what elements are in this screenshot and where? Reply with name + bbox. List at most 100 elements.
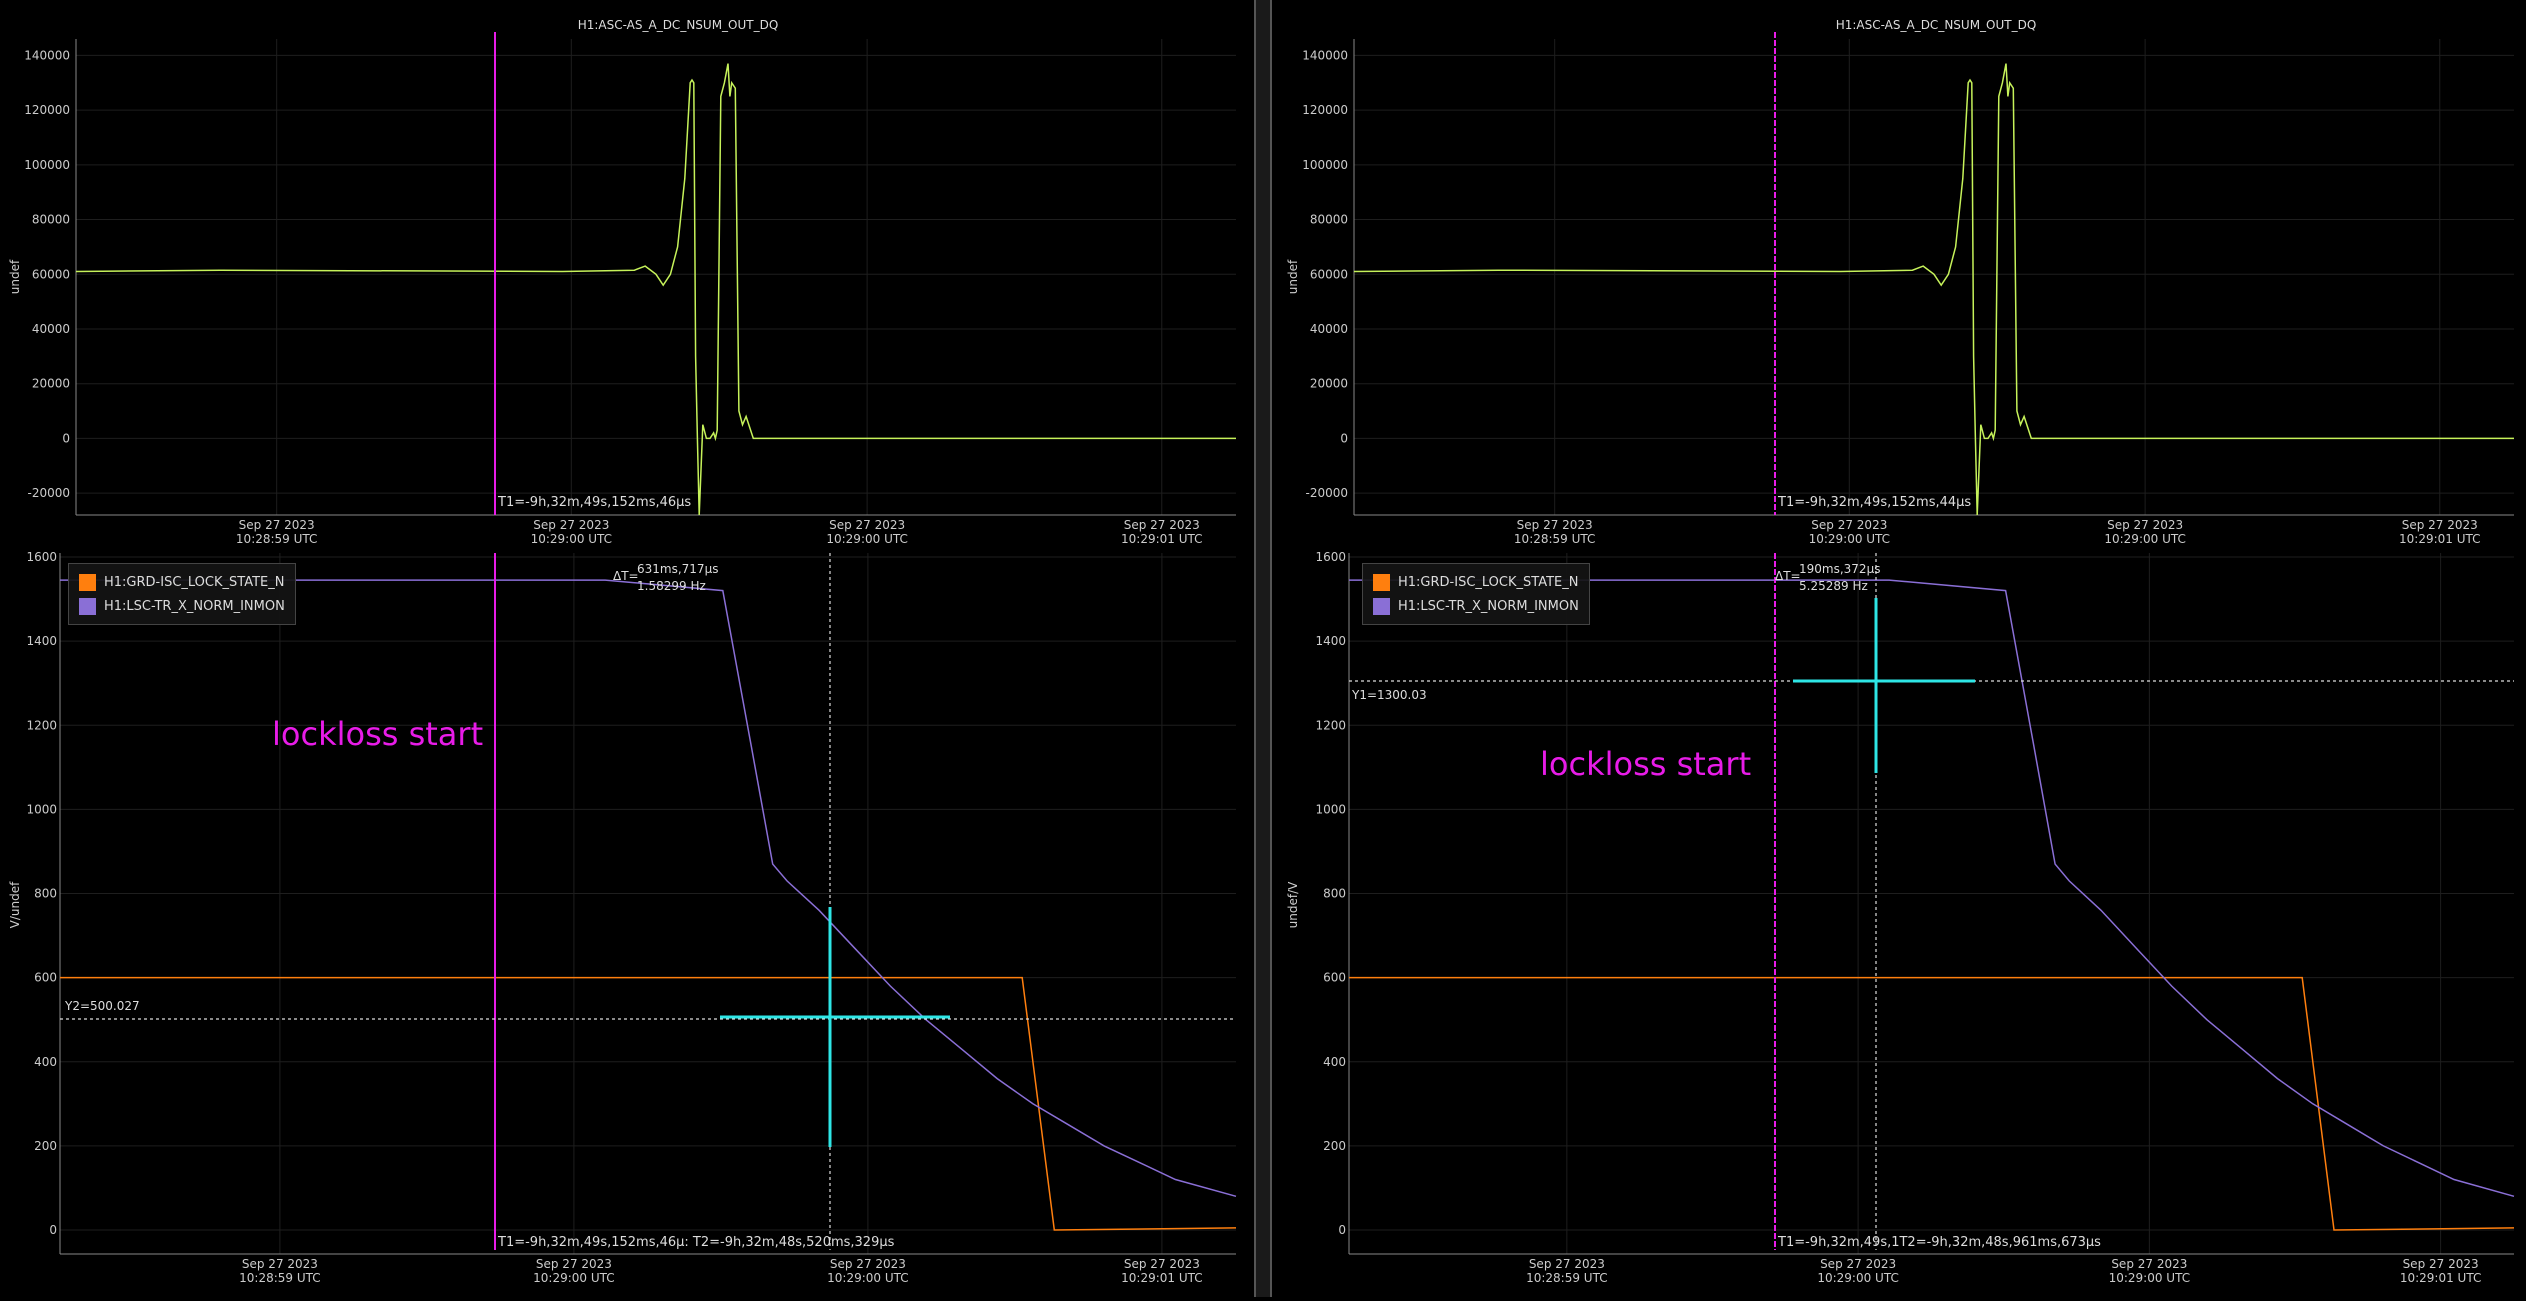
x-tick-date: Sep 27 2023 xyxy=(1124,1257,1200,1271)
y-tick-label: 100000 xyxy=(1302,158,1348,172)
top-plot-title: H1:ASC-AS_A_DC_NSUM_OUT_DQ xyxy=(1836,18,2037,32)
series-nsum-line xyxy=(75,63,1236,516)
x-tick-date: Sep 27 2023 xyxy=(1124,518,1200,532)
y-tick-label: 1600 xyxy=(26,550,57,564)
series-nsum-line xyxy=(1353,63,2514,516)
series-tr-x-norm-line xyxy=(60,579,1237,1198)
y-tick-label: 1600 xyxy=(1315,550,1346,564)
legend-item-lock-state[interactable]: H1:GRD-ISC_LOCK_STATE_N xyxy=(79,570,285,594)
x-tick-date: Sep 27 2023 xyxy=(239,518,315,532)
y-tick-label: 400 xyxy=(1323,1055,1346,1069)
cursor-times-label: T1=-9h,32m,49s,1T2=-9h,32m,48s,961ms,673… xyxy=(1777,1235,2101,1250)
y-tick-label: 1200 xyxy=(26,718,57,732)
right-plot-panel: H1:ASC-AS_A_DC_NSUM_OUT_DQ undef 140000 1… xyxy=(1272,0,2526,1297)
x-tick-time: 10:29:00 UTC xyxy=(827,1271,909,1285)
y-tick-label: 1200 xyxy=(1315,718,1346,732)
y-tick-label: 100000 xyxy=(24,158,70,172)
legend-label: H1:LSC-TR_X_NORM_INMON xyxy=(1398,598,1579,614)
delta-label: ΔT= xyxy=(1775,569,1801,583)
x-tick-time: 10:29:00 UTC xyxy=(1809,532,1891,546)
x-tick-date: Sep 27 2023 xyxy=(1529,1257,1605,1271)
series-lock-state-line xyxy=(60,976,1237,1231)
y-tick-label: 0 xyxy=(1340,431,1348,445)
y-tick-label: 600 xyxy=(1323,971,1346,985)
x-tick-time: 10:29:00 UTC xyxy=(531,532,613,546)
legend-swatch-purple xyxy=(1373,597,1390,615)
x-tick-time: 10:29:00 UTC xyxy=(826,532,908,546)
x-tick-date: Sep 27 2023 xyxy=(533,518,609,532)
legend-label: H1:GRD-ISC_LOCK_STATE_N xyxy=(1398,574,1579,590)
x-tick-time: 10:29:00 UTC xyxy=(533,1271,615,1285)
lockloss-start-annotation: lockloss start xyxy=(272,715,484,753)
delta-t-value: 631ms,717μs xyxy=(637,562,718,576)
y-tick-label: 800 xyxy=(34,887,57,901)
left-plot-svg[interactable]: H1:ASC-AS_A_DC_NSUM_OUT_DQ undef 140000 1… xyxy=(0,0,1254,1297)
x-tick-time: 10:29:00 UTC xyxy=(1817,1271,1899,1285)
y-tick-label: 400 xyxy=(34,1055,57,1069)
y-tick-label: 200 xyxy=(34,1139,57,1153)
x-tick-time: 10:28:59 UTC xyxy=(239,1271,321,1285)
bottom-plot-ylabel: undef/V xyxy=(1286,881,1300,928)
y-tick-label: 600 xyxy=(34,971,57,985)
y-tick-label: 20000 xyxy=(32,377,70,391)
bottom-legend: H1:GRD-ISC_LOCK_STATE_N H1:LSC-TR_X_NORM… xyxy=(1362,563,1590,625)
lockloss-start-annotation: lockloss start xyxy=(1540,745,1752,783)
y-tick-label: 20000 xyxy=(1310,377,1348,391)
x-tick-time: 10:28:59 UTC xyxy=(1514,532,1596,546)
x-tick-date: Sep 27 2023 xyxy=(242,1257,318,1271)
y-tick-label: 120000 xyxy=(1302,103,1348,117)
x-tick-date: Sep 27 2023 xyxy=(2403,1257,2479,1271)
legend-swatch-orange xyxy=(1373,573,1390,591)
legend-label: H1:LSC-TR_X_NORM_INMON xyxy=(104,598,285,614)
y-tick-label: 140000 xyxy=(24,48,70,62)
x-tick-date: Sep 27 2023 xyxy=(2111,1257,2187,1271)
y-tick-label: 0 xyxy=(1338,1223,1346,1237)
x-tick-time: 10:28:59 UTC xyxy=(236,532,318,546)
y-tick-label: 140000 xyxy=(1302,48,1348,62)
legend-item-tr-x-norm[interactable]: H1:LSC-TR_X_NORM_INMON xyxy=(79,594,285,618)
y-tick-label: 800 xyxy=(1323,887,1346,901)
y-tick-label: 60000 xyxy=(1310,267,1348,281)
top-plot-title: H1:ASC-AS_A_DC_NSUM_OUT_DQ xyxy=(578,18,779,32)
bottom-legend: H1:GRD-ISC_LOCK_STATE_N H1:LSC-TR_X_NORM… xyxy=(68,563,296,625)
top-plot-ylabel: undef xyxy=(1286,259,1300,294)
legend-item-tr-x-norm[interactable]: H1:LSC-TR_X_NORM_INMON xyxy=(1373,594,1579,618)
y-cursor-label: Y1=1300.03 xyxy=(1351,688,1427,702)
bottom-plot-ylabel: V/undef xyxy=(8,881,22,928)
x-tick-date: Sep 27 2023 xyxy=(1517,518,1593,532)
delta-hz-value: 5.25289 Hz xyxy=(1799,579,1868,593)
x-tick-time: 10:29:01 UTC xyxy=(2399,532,2481,546)
y-tick-label: 120000 xyxy=(24,103,70,117)
y-tick-label: 0 xyxy=(49,1223,57,1237)
y-tick-label: -20000 xyxy=(1305,486,1348,500)
x-tick-time: 10:29:01 UTC xyxy=(1121,1271,1203,1285)
series-tr-x-norm-line xyxy=(1349,579,2515,1198)
y-tick-label: 40000 xyxy=(1310,322,1348,336)
legend-swatch-purple xyxy=(79,597,96,615)
y-tick-label: 200 xyxy=(1323,1139,1346,1153)
legend-item-lock-state[interactable]: H1:GRD-ISC_LOCK_STATE_N xyxy=(1373,570,1579,594)
delta-label: ΔT= xyxy=(613,569,639,583)
x-tick-time: 10:29:00 UTC xyxy=(2104,532,2186,546)
x-tick-date: Sep 27 2023 xyxy=(2402,518,2478,532)
x-tick-date: Sep 27 2023 xyxy=(1820,1257,1896,1271)
delta-t-value: 190ms,372μs xyxy=(1799,562,1880,576)
y-tick-label: 1400 xyxy=(1315,634,1346,648)
delta-hz-value: 1.58299 Hz xyxy=(637,579,706,593)
y-tick-label: 40000 xyxy=(32,322,70,336)
x-tick-date: Sep 27 2023 xyxy=(1811,518,1887,532)
legend-swatch-orange xyxy=(79,573,96,591)
y-tick-label: 80000 xyxy=(32,213,70,227)
x-tick-time: 10:29:01 UTC xyxy=(1121,532,1203,546)
y-tick-label: 0 xyxy=(62,431,70,445)
x-tick-date: Sep 27 2023 xyxy=(2107,518,2183,532)
x-tick-time: 10:29:00 UTC xyxy=(2109,1271,2191,1285)
right-plot-svg[interactable]: H1:ASC-AS_A_DC_NSUM_OUT_DQ undef 1400001… xyxy=(1272,0,2526,1297)
panel-divider[interactable] xyxy=(1254,0,1272,1297)
top-plot-ylabel: undef xyxy=(8,259,22,294)
x-tick-time: 10:28:59 UTC xyxy=(1526,1271,1608,1285)
y-tick-label: -20000 xyxy=(27,486,70,500)
y-tick-label: 1000 xyxy=(1315,802,1346,816)
x-tick-date: Sep 27 2023 xyxy=(829,518,905,532)
top-t1-label: T1=-9h,32m,49s,152ms,44μs xyxy=(1777,495,1971,510)
